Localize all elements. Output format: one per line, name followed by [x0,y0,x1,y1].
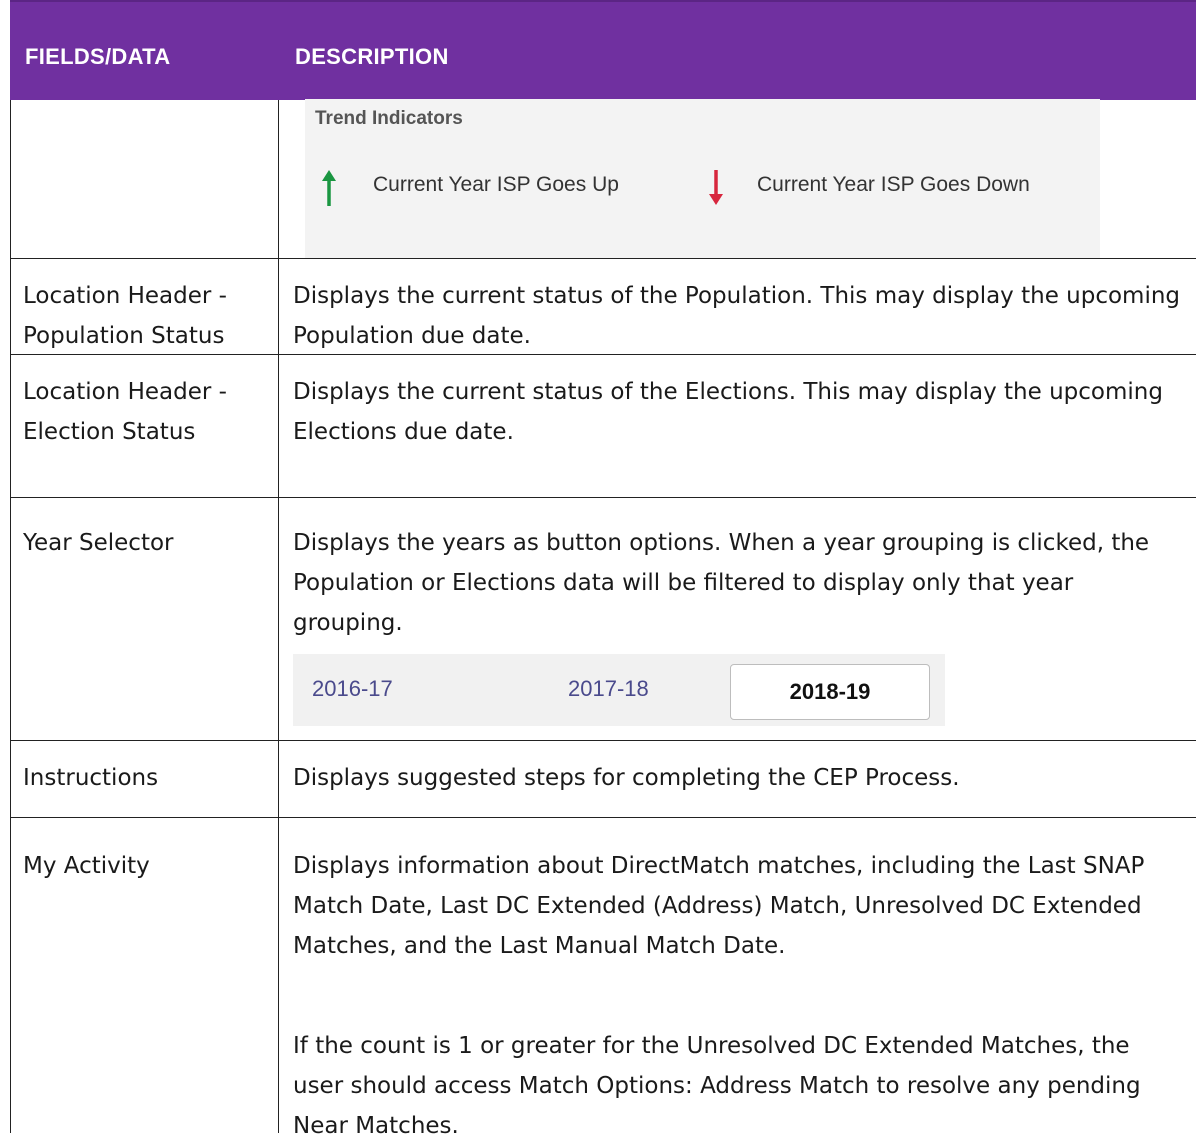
year-option-button[interactable]: 2017-18 [568,676,649,702]
field-year-selector: Year Selector [23,530,174,556]
description-population-status: Displays the current status of the Popul… [293,283,1181,349]
field-instructions: Instructions [23,765,159,791]
trend-indicators-title: Trend Indicators [315,108,463,129]
description-instructions: Displays suggested steps for completing … [293,765,960,791]
header-description: DESCRIPTION [295,44,449,69]
description-my-activity: Displays information about DirectMatch m… [293,853,1145,959]
header-fields-data: FIELDS/DATA [25,44,171,69]
table-header: FIELDS/DATA DESCRIPTION [10,0,1196,100]
field-population-status: Location Header - Population Status [23,283,227,349]
description-year-selector: Displays the years as button options. Wh… [293,530,1150,636]
year-option-selected-button[interactable]: 2018-19 [730,664,930,720]
field-my-activity: My Activity [23,853,150,879]
row-divider [10,817,1196,818]
arrow-up-icon [322,170,336,206]
row-divider [10,258,1196,259]
trend-up-label: Current Year ISP Goes Up [373,173,619,196]
year-option-button[interactable]: 2016-17 [312,676,393,702]
header-top-border [10,0,1196,2]
description-my-activity-note: If the count is 1 or greater for the Unr… [293,1033,1141,1139]
description-election-status: Displays the current status of the Elect… [293,379,1163,445]
fields-table: FIELDS/DATA DESCRIPTION Trend Indicators… [10,0,1196,1139]
trend-down-label: Current Year ISP Goes Down [757,173,1030,196]
year-selector-panel: 2016-17 2017-18 2018-19 [293,654,945,726]
table-left-border [10,100,11,1133]
field-election-status: Location Header - Election Status [23,379,227,445]
arrow-down-icon [709,170,723,205]
column-divider [278,100,279,1133]
row-divider [10,740,1196,741]
trend-indicators-panel: Trend Indicators Current Year ISP Goes U… [305,99,1100,258]
row-divider [10,497,1196,498]
